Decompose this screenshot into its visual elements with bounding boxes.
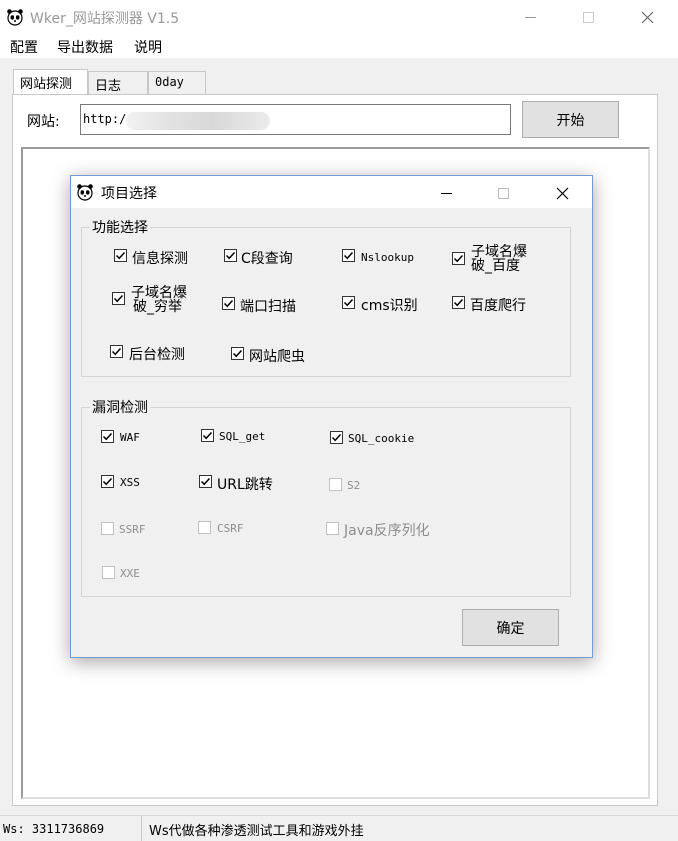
status-message: Ws代做各种渗透测试工具和游戏外挂 bbox=[149, 824, 364, 839]
title-bar: Wker_网站探测器 V1.5 bbox=[0, 0, 678, 34]
checkmark-icon bbox=[200, 477, 211, 486]
checkbox-label: SQL_cookie bbox=[348, 432, 415, 445]
checkbox-ssrf bbox=[101, 522, 114, 535]
menu-about[interactable]: 说明 bbox=[134, 37, 162, 57]
maximize-button[interactable] bbox=[565, 0, 611, 34]
vuln-detect-group bbox=[81, 407, 571, 597]
dialog-title: 项目选择 bbox=[101, 186, 157, 202]
checkmark-icon bbox=[102, 432, 113, 441]
checkbox-label: 百度爬行 bbox=[470, 298, 526, 314]
checkbox-label: C段查询 bbox=[241, 251, 293, 267]
dialog-maximize-button[interactable] bbox=[480, 176, 526, 210]
menu-bar: 配置 导出数据 说明 bbox=[0, 34, 678, 58]
tab-0day[interactable]: 0day bbox=[148, 71, 206, 95]
checkbox-port-scan[interactable] bbox=[222, 297, 235, 310]
checkbox-cms-identify[interactable] bbox=[342, 296, 355, 309]
menu-export-data[interactable]: 导出数据 bbox=[57, 37, 113, 57]
checkbox-label: Java反序列化 bbox=[344, 523, 430, 539]
checkmark-icon bbox=[111, 347, 122, 356]
checkmark-icon bbox=[232, 349, 243, 358]
checkbox-sql-get[interactable] bbox=[201, 429, 214, 442]
minimize-icon bbox=[440, 192, 452, 194]
ok-button[interactable]: 确定 bbox=[462, 609, 559, 646]
checkbox-label: S2 bbox=[347, 479, 361, 492]
checkbox-info-probe[interactable] bbox=[114, 249, 127, 262]
checkmark-icon bbox=[202, 431, 213, 440]
panda-icon bbox=[7, 9, 23, 26]
close-button[interactable] bbox=[624, 0, 670, 34]
checkbox-xss[interactable] bbox=[101, 475, 114, 488]
checkbox-java-deserialization bbox=[326, 522, 339, 535]
checkbox-label: 子域名爆 破_百度 bbox=[471, 244, 527, 274]
checkbox-waf[interactable] bbox=[101, 430, 114, 443]
checkbox-s2 bbox=[329, 478, 342, 491]
minimize-icon bbox=[524, 16, 536, 18]
checkmark-icon bbox=[113, 294, 124, 303]
checkbox-label: WAF bbox=[120, 431, 140, 444]
checkmark-icon bbox=[343, 251, 354, 260]
checkbox-label: XSS bbox=[120, 476, 140, 489]
tab-site-probe[interactable]: 网站探测 bbox=[13, 69, 88, 95]
checkmark-icon bbox=[223, 299, 234, 308]
tab-log[interactable]: 日志 bbox=[88, 71, 148, 95]
project-select-dialog: 项目选择 功能选择 信息探测 C段查询 Nslookup 子域名爆 破_百度 子… bbox=[70, 175, 593, 658]
checkbox-admin-detect[interactable] bbox=[110, 345, 123, 358]
checkbox-label: 子域名爆 破_穷举 bbox=[131, 285, 187, 315]
checkbox-url-redirect[interactable] bbox=[199, 475, 212, 488]
checkbox-site-crawler[interactable] bbox=[231, 347, 244, 360]
status-qq: Ws: 3311736869 bbox=[3, 822, 105, 836]
checkbox-sql-cookie[interactable] bbox=[330, 431, 343, 444]
maximize-icon bbox=[497, 187, 509, 199]
checkbox-subdomain-baidu[interactable] bbox=[452, 252, 465, 265]
close-icon bbox=[556, 187, 568, 199]
checkbox-baidu-crawl[interactable] bbox=[452, 296, 465, 309]
checkbox-label: 端口扫描 bbox=[240, 299, 296, 315]
start-button[interactable]: 开始 bbox=[522, 101, 619, 138]
dialog-title-bar: 项目选择 bbox=[71, 176, 592, 208]
window-title: Wker_网站探测器 V1.5 bbox=[30, 11, 180, 27]
menu-config[interactable]: 配置 bbox=[10, 37, 38, 57]
checkbox-label: 后台检测 bbox=[129, 347, 185, 363]
minimize-button[interactable] bbox=[507, 0, 553, 34]
checkbox-label: URL跳转 bbox=[217, 477, 273, 493]
checkbox-xxe bbox=[102, 566, 115, 579]
checkbox-c-segment[interactable] bbox=[224, 249, 237, 262]
function-select-legend: 功能选择 bbox=[90, 217, 150, 237]
checkbox-csrf bbox=[198, 521, 211, 534]
dialog-close-button[interactable] bbox=[539, 176, 585, 210]
dialog-minimize-button[interactable] bbox=[423, 176, 469, 210]
url-label: 网站: bbox=[27, 114, 60, 130]
panda-icon bbox=[77, 184, 93, 201]
checkmark-icon bbox=[331, 433, 342, 442]
checkbox-label: Nslookup bbox=[361, 251, 414, 264]
vuln-detect-legend: 漏洞检测 bbox=[90, 397, 150, 417]
checkmark-icon bbox=[225, 251, 236, 260]
checkbox-label: 网站爬虫 bbox=[249, 349, 305, 365]
checkbox-nslookup[interactable] bbox=[342, 249, 355, 262]
checkmark-icon bbox=[453, 254, 464, 263]
checkbox-subdomain-bruteforce[interactable] bbox=[112, 292, 125, 305]
checkmark-icon bbox=[115, 251, 126, 260]
checkbox-label: CSRF bbox=[217, 522, 244, 535]
checkbox-label: 信息探测 bbox=[132, 251, 188, 267]
checkbox-label: SQL_get bbox=[219, 430, 266, 443]
status-divider bbox=[141, 816, 142, 841]
checkbox-label: XXE bbox=[120, 567, 140, 580]
checkbox-label: cms识别 bbox=[361, 298, 418, 314]
checkmark-icon bbox=[453, 298, 464, 307]
close-icon bbox=[641, 11, 653, 23]
checkmark-icon bbox=[343, 298, 354, 307]
status-bar: Ws: 3311736869 Ws代做各种渗透测试工具和游戏外挂 bbox=[0, 815, 678, 841]
maximize-icon bbox=[582, 11, 594, 23]
checkbox-label: SSRF bbox=[119, 523, 146, 536]
checkmark-icon bbox=[102, 477, 113, 486]
redacted-url-blur bbox=[126, 112, 270, 130]
